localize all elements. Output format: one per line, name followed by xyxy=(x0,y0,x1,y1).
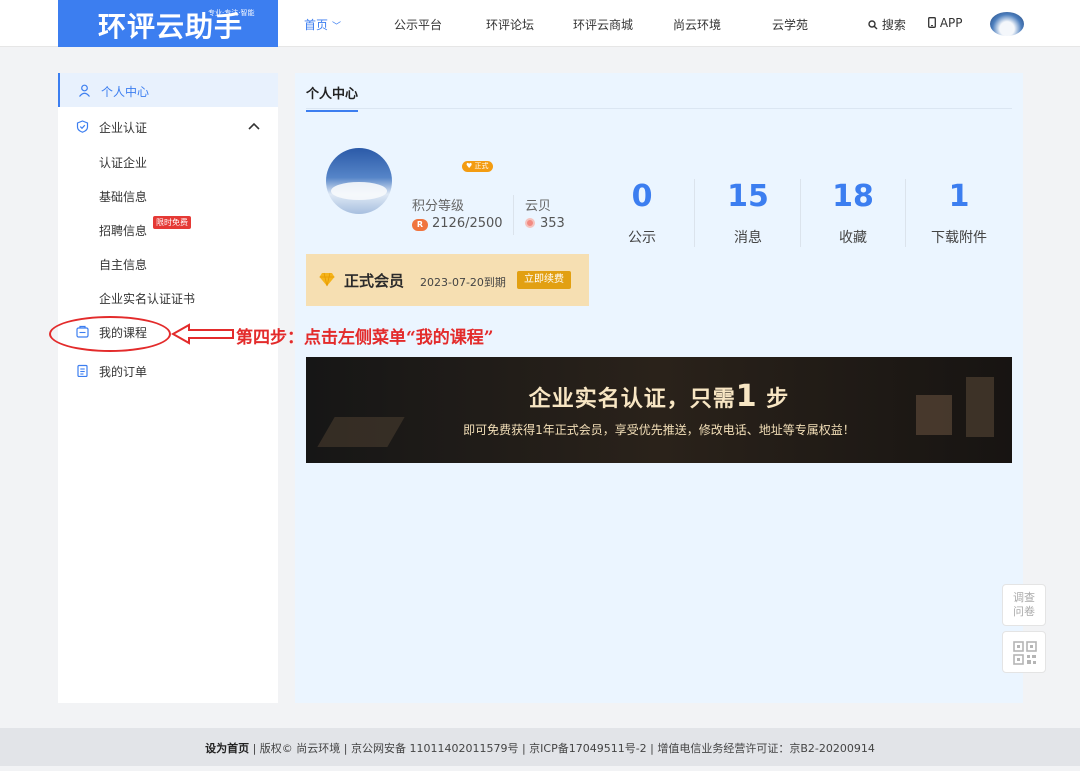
member-title: 正式会员 xyxy=(344,272,405,290)
sidebar-item-my-orders[interactable]: 我的订单 xyxy=(58,353,278,387)
header-app[interactable]: APP xyxy=(928,16,963,30)
annotation-circle xyxy=(49,316,171,352)
qr-code-button[interactable] xyxy=(1002,631,1046,673)
banner-title-pre: 企业实名认证，只需 xyxy=(528,387,736,412)
stat-number: 1 xyxy=(948,179,970,214)
banner-title: 企业实名认证，只需1 步 xyxy=(306,379,1012,414)
main-panel: 个人中心 ♥ 正式 积分等级 R 2126/2500 云贝 353 0 公示 15 消… xyxy=(295,73,1023,703)
nav-academy[interactable]: 云学苑 xyxy=(772,16,808,33)
top-header: 环评云助手 专业·专注·智能 首页 ﹀ 公示平台 环评论坛 环评云商城 尚云环境 … xyxy=(0,0,1080,47)
footer: 设为首页 | 版权© 尚云环境 | 京公网安备 11011402011579号 … xyxy=(0,728,1080,766)
stat-label: 收藏 xyxy=(839,230,867,246)
header-search[interactable]: 搜索 xyxy=(868,16,906,33)
annotation-arrow-icon xyxy=(171,323,234,345)
order-icon xyxy=(77,364,88,377)
app-label: APP xyxy=(939,16,963,30)
member-tag-label: 正式 xyxy=(474,162,489,170)
survey-label: 问卷 xyxy=(1013,605,1035,618)
level-value-text: 2126/2500 xyxy=(432,216,503,231)
search-icon xyxy=(868,20,878,30)
stat-label: 公示 xyxy=(628,230,656,246)
cert-banner[interactable]: 企业实名认证，只需1 步 即可免费获得1年正式会员，享受优先推送，修改电话、地址… xyxy=(306,357,1012,463)
sidebar-sub-recruitment[interactable]: 招聘信息 限时免费 xyxy=(99,216,191,239)
logo-tagline: 专业·专注·智能 xyxy=(208,9,255,17)
free-badge: 限时免费 xyxy=(153,216,191,229)
nav-mall[interactable]: 环评云商城 xyxy=(573,16,633,33)
stat-announce[interactable]: 0 公示 xyxy=(589,179,695,247)
sidebar-item-enterprise-cert[interactable]: 企业认证 xyxy=(58,109,278,143)
stat-downloads[interactable]: 1 下载附件 xyxy=(906,179,1012,247)
set-home-link[interactable]: 设为首页 xyxy=(205,742,249,755)
member-tag: ♥ 正式 xyxy=(462,161,493,172)
stat-number: 18 xyxy=(832,179,874,214)
nav-home[interactable]: 首页 ﹀ xyxy=(304,16,341,33)
survey-button[interactable]: 调查 问卷 xyxy=(1002,584,1046,626)
survey-label: 调查 xyxy=(1013,591,1035,604)
stat-number: 15 xyxy=(727,179,769,214)
qr-code-icon xyxy=(1013,641,1037,665)
level-value: R 2126/2500 xyxy=(412,216,503,231)
coin-value: 353 xyxy=(525,216,565,231)
level-badge-icon: R xyxy=(412,219,428,231)
banner-title-num: 1 xyxy=(735,379,758,414)
membership-card: 正式会员 2023-07-20到期 立即续费 xyxy=(306,254,589,306)
stat-messages[interactable]: 15 消息 xyxy=(695,179,801,247)
phone-icon xyxy=(928,17,936,28)
coin-label: 云贝 xyxy=(525,199,552,214)
stat-number: 0 xyxy=(631,179,653,214)
banner-title-post: 步 xyxy=(766,387,790,412)
renew-button[interactable]: 立即续费 xyxy=(517,271,571,289)
footer-text: 设为首页 | 版权© 尚云环境 | 京公网安备 11011402011579号 … xyxy=(0,740,1080,756)
sidebar-item-personal-center[interactable]: 个人中心 xyxy=(58,73,278,107)
coin-icon xyxy=(525,218,535,228)
bottom-strip xyxy=(0,766,1080,771)
nav-home-label: 首页 xyxy=(304,18,329,32)
banner-subtitle: 即可免费获得1年正式会员，享受优先推送，修改电话、地址等专属权益！ xyxy=(463,423,855,437)
level-label: 积分等级 xyxy=(412,199,465,214)
chevron-up-icon xyxy=(248,122,260,130)
sidebar-sub-certified-enterprise[interactable]: 认证企业 xyxy=(99,154,147,171)
stat-label: 下载附件 xyxy=(931,230,987,246)
sidebar-item-label: 企业认证 xyxy=(99,121,148,135)
user-icon xyxy=(79,84,90,97)
sidebar-item-label: 个人中心 xyxy=(101,85,150,99)
tab-bar: 个人中心 xyxy=(306,73,1012,112)
chevron-down-icon: ﹀ xyxy=(332,22,342,32)
stat-favorites[interactable]: 18 收藏 xyxy=(800,179,906,247)
sidebar: 个人中心 企业认证 认证企业 基础信息 招聘信息 限时免费 自主信息 企业实名认… xyxy=(58,73,278,703)
sidebar-item-label: 我的订单 xyxy=(99,365,148,379)
tab-personal-center[interactable]: 个人中心 xyxy=(306,83,359,112)
footer-copyright: | 版权© 尚云环境 | 京公网安备 11011402011579号 | 京IC… xyxy=(249,742,875,755)
nav-shangyun[interactable]: 尚云环境 xyxy=(673,16,721,33)
sidebar-sub-basic-info[interactable]: 基础信息 xyxy=(99,188,147,205)
stat-label: 消息 xyxy=(734,230,762,246)
member-expiry: 2023-07-20到期 xyxy=(420,276,506,289)
sidebar-sub-self-info[interactable]: 自主信息 xyxy=(99,256,147,273)
divider xyxy=(513,195,514,235)
sidebar-sub-label: 招聘信息 xyxy=(99,224,148,238)
shield-icon xyxy=(76,120,89,133)
coin-value-text: 353 xyxy=(540,216,565,231)
sidebar-sub-cert-certificate[interactable]: 企业实名认证证书 xyxy=(99,290,195,307)
header-avatar[interactable] xyxy=(990,12,1024,36)
search-label: 搜索 xyxy=(881,18,906,32)
diamond-icon xyxy=(319,272,335,287)
nav-forum[interactable]: 环评论坛 xyxy=(486,16,534,33)
site-logo[interactable]: 环评云助手 专业·专注·智能 xyxy=(58,0,278,47)
nav-public-platform[interactable]: 公示平台 xyxy=(394,16,442,33)
annotation-text: 第四步：点击左侧菜单“我的课程” xyxy=(236,328,494,348)
profile-avatar[interactable] xyxy=(326,148,392,214)
